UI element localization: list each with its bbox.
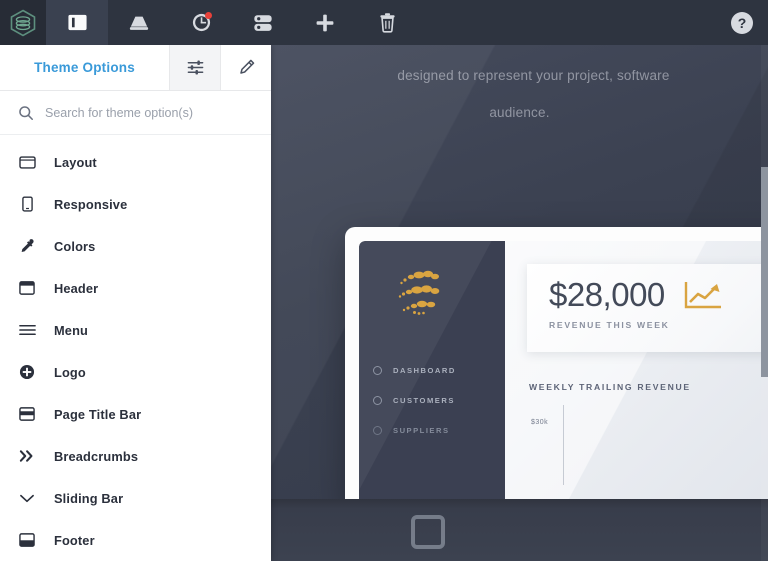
hero-line-2: audience. — [489, 105, 550, 120]
preview-bottom-strip — [271, 499, 768, 561]
theme-options-panel: Theme Options Search for theme option(s)… — [0, 45, 271, 561]
delete-button[interactable] — [356, 0, 418, 45]
sidebar-item-label: Menu — [54, 322, 89, 338]
eyedropper-icon — [18, 238, 36, 254]
sidebar-item-label: Responsive — [54, 196, 128, 212]
sidebar-item-logo[interactable]: Logo — [0, 351, 271, 393]
theme-options-customizer: ? Theme Options Search for theme option(… — [0, 0, 768, 561]
sidebar-item-header[interactable]: Header — [0, 267, 271, 309]
sidebar-item-label: Header — [54, 280, 99, 296]
search-input[interactable] — [45, 105, 253, 120]
live-preview[interactable]: designed to represent your project, soft… — [271, 45, 768, 561]
mockup-nav-list: DASHBOARD CUSTOMERS SUPPLIERS — [373, 355, 505, 445]
mockup-content: $28,000 REVENUE THIS WEEK WEEKLY TRAILIN… — [505, 241, 768, 507]
chevron-down-icon — [18, 492, 36, 504]
sidebar-item-label: Breadcrumbs — [54, 448, 139, 464]
sidebar-item-footer[interactable]: Footer — [0, 519, 271, 561]
sidebar-item-label: Layout — [54, 154, 97, 170]
svg-text:?: ? — [738, 15, 747, 31]
history-button[interactable] — [170, 0, 232, 45]
save-button[interactable] — [108, 0, 170, 45]
gold-globe-logo — [398, 270, 440, 315]
footer-window-icon — [18, 532, 36, 548]
sidebar-item-label: Logo — [54, 364, 86, 380]
sidebar-item-label: Sliding Bar — [54, 490, 124, 506]
mobile-icon — [18, 196, 36, 212]
mockup-nav-item-dashboard[interactable]: DASHBOARD — [373, 355, 505, 385]
line-chart-up-icon — [684, 281, 721, 308]
hamburger-icon — [18, 323, 36, 337]
sidebar-item-page-title-bar[interactable]: Page Title Bar — [0, 393, 271, 435]
top-toolbar: ? — [0, 0, 768, 45]
sidebar-item-sliding-bar[interactable]: Sliding Bar — [0, 477, 271, 519]
sidebar-item-label: Colors — [54, 238, 96, 254]
sidebar-item-label: Page Title Bar — [54, 406, 142, 422]
mockup-nav-item-suppliers[interactable]: SUPPLIERS — [373, 415, 505, 445]
sidebar-item-label: Footer — [54, 532, 95, 548]
bullet-icon — [373, 365, 382, 375]
title-bar-icon — [18, 406, 36, 422]
search-row — [0, 91, 271, 135]
dashboard-mockup: DASHBOARD CUSTOMERS SUPPLIERS $28,000 RE… — [345, 227, 768, 507]
tab-options[interactable] — [169, 45, 220, 90]
tab-styling[interactable] — [220, 45, 271, 90]
header-window-icon — [18, 280, 36, 296]
pen-icon — [239, 59, 254, 74]
sidebar-toggle[interactable] — [46, 0, 108, 45]
sidebar-item-layout[interactable]: Layout — [0, 141, 271, 183]
panel-header: Theme Options — [0, 45, 271, 91]
mockup-sidebar: DASHBOARD CUSTOMERS SUPPLIERS — [359, 241, 505, 507]
bullet-icon — [373, 425, 382, 435]
page-title: Theme Options — [34, 60, 135, 75]
kpi-row: $28,000 — [549, 278, 768, 311]
mockup-inner: DASHBOARD CUSTOMERS SUPPLIERS $28,000 RE… — [359, 241, 768, 507]
kpi-value: $28,000 — [549, 276, 665, 313]
panel-scrollbar[interactable] — [761, 45, 768, 561]
section-title: WEEKLY TRAILING REVENUE — [529, 382, 691, 392]
chevron-double-right-icon — [18, 449, 36, 463]
chart-zone: $30k — [529, 405, 768, 485]
database-button[interactable] — [232, 0, 294, 45]
hexagon-layers-logo[interactable] — [0, 0, 46, 45]
kpi-card: $28,000 REVENUE THIS WEEK — [527, 264, 768, 352]
history-badge — [205, 12, 212, 19]
sidebar-item-responsive[interactable]: Responsive — [0, 183, 271, 225]
chart-axis — [563, 405, 564, 485]
scrollbar-thumb[interactable] — [761, 167, 768, 377]
add-button[interactable] — [294, 0, 356, 45]
mockup-nav-label: DASHBOARD — [393, 365, 456, 375]
sliders-icon — [187, 60, 203, 75]
help-button[interactable]: ? — [728, 0, 768, 45]
window-icon — [18, 155, 36, 170]
sidebar-item-menu[interactable]: Menu — [0, 309, 271, 351]
sidebar-item-colors[interactable]: Colors — [0, 225, 271, 267]
sidebar-item-breadcrumbs[interactable]: Breadcrumbs — [0, 435, 271, 477]
kpi-label: REVENUE THIS WEEK — [549, 320, 670, 330]
search-icon — [19, 105, 33, 120]
options-menu: Layout Responsive Colors Header Menu Log… — [0, 135, 271, 561]
chart-y-label: $30k — [531, 419, 549, 426]
bullet-icon — [373, 395, 382, 405]
mockup-nav-label: SUPPLIERS — [393, 425, 450, 435]
hero-text: designed to represent your project, soft… — [271, 45, 768, 131]
hero-line-1: designed to represent your project, soft… — [397, 68, 670, 83]
mockup-nav-item-customers[interactable]: CUSTOMERS — [373, 385, 505, 415]
mockup-nav-label: CUSTOMERS — [393, 395, 455, 405]
plus-circle-icon — [18, 364, 36, 380]
rounded-square-icon[interactable] — [411, 515, 445, 549]
